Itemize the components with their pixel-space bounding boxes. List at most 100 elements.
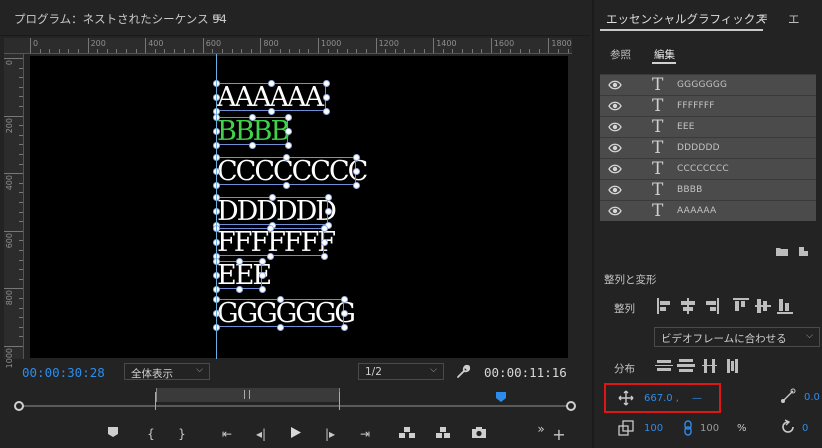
resize-handle[interactable]	[340, 323, 348, 331]
selection-box[interactable]	[216, 197, 328, 225]
resize-handle[interactable]	[268, 193, 276, 201]
resize-handle[interactable]	[352, 167, 360, 175]
step-forward-button[interactable]: |▸	[321, 426, 339, 442]
resize-handle[interactable]	[322, 93, 330, 101]
resize-handle[interactable]	[320, 238, 328, 246]
resize-handle[interactable]	[324, 207, 332, 215]
subtab-browse[interactable]: 参照	[610, 47, 631, 62]
zoom-handle-left[interactable]	[14, 401, 24, 411]
resize-handle[interactable]	[284, 141, 292, 149]
tab-essential-graphics[interactable]: エッセンシャルグラフィックス	[606, 11, 766, 27]
video-canvas[interactable]: AAAAAA BBBB CCCCCCCC DDDDDD FFFFFFF EEE GGGGGG…	[30, 56, 568, 358]
resize-handle[interactable]	[267, 107, 275, 115]
resize-handle[interactable]	[284, 113, 292, 121]
resize-handle[interactable]	[235, 257, 243, 265]
ruler-tick	[442, 49, 444, 53]
resize-handle[interactable]	[235, 285, 243, 293]
resize-handle[interactable]	[322, 107, 330, 115]
anchor-field[interactable]: 0.0	[804, 392, 820, 403]
resize-handle[interactable]	[266, 224, 274, 232]
current-timecode[interactable]: 00:00:30:28	[22, 365, 105, 380]
resize-handle[interactable]	[267, 79, 275, 87]
go-to-out-button[interactable]: ⇥	[356, 426, 374, 442]
resize-handle[interactable]	[352, 153, 360, 161]
tab-next[interactable]: エ	[788, 11, 800, 27]
ruler-tick	[39, 49, 41, 53]
selection-box[interactable]	[216, 117, 288, 145]
mark-out-button[interactable]: }	[173, 426, 191, 442]
mark-in-button[interactable]: {	[142, 426, 160, 442]
zoom-select[interactable]: 全体表示 ⌵	[124, 363, 210, 380]
selection-box[interactable]	[216, 261, 262, 289]
resize-handle[interactable]	[266, 252, 274, 260]
eye-icon[interactable]	[608, 121, 622, 133]
resolution-select[interactable]: 1/2 ⌵	[358, 363, 444, 380]
eye-icon[interactable]	[608, 79, 622, 91]
resize-handle[interactable]	[320, 224, 328, 232]
resize-handle[interactable]	[282, 181, 290, 189]
guide-line[interactable]	[216, 54, 217, 359]
folder-icon[interactable]	[775, 246, 789, 257]
align-to-select[interactable]: ビデオフレームに合わせる ⌵	[654, 327, 820, 347]
align-buttons[interactable]	[655, 297, 795, 315]
selection-box[interactable]	[216, 228, 324, 256]
resize-handle[interactable]	[340, 295, 348, 303]
layer-row[interactable]: T AAAAAA	[600, 201, 816, 221]
button-editor-icon[interactable]: +	[550, 427, 568, 443]
resize-handle[interactable]	[322, 79, 330, 87]
play-button[interactable]	[287, 426, 305, 443]
extract-button[interactable]	[434, 426, 452, 443]
eye-icon[interactable]	[608, 100, 622, 112]
add-marker-button[interactable]	[104, 426, 122, 442]
resize-handle[interactable]	[276, 323, 284, 331]
step-back-button[interactable]: ◂|	[252, 426, 270, 442]
selection-box[interactable]	[216, 83, 326, 111]
resize-handle[interactable]	[258, 285, 266, 293]
eye-icon[interactable]	[608, 205, 622, 217]
go-to-in-button[interactable]: ⇤	[218, 426, 236, 442]
panel-menu-icon[interactable]: ≡	[212, 10, 222, 24]
layer-row[interactable]: T GGGGGGG	[600, 75, 816, 95]
eye-icon[interactable]	[608, 184, 622, 196]
layer-row[interactable]: T EEE	[600, 117, 816, 137]
layer-row[interactable]: T DDDDDD	[600, 138, 816, 158]
panel-menu-icon[interactable]: ≡	[758, 10, 768, 24]
zoom-bar-grip[interactable]	[244, 390, 250, 399]
program-title[interactable]: プログラム：ネストされたシーケンス 94	[14, 11, 227, 27]
wrench-icon[interactable]	[455, 363, 471, 379]
resize-handle[interactable]	[276, 295, 284, 303]
link-icon[interactable]	[683, 420, 693, 436]
layer-row[interactable]: T BBBB	[600, 180, 816, 200]
layer-row[interactable]: T FFFFFFF	[600, 96, 816, 116]
resize-handle[interactable]	[284, 127, 292, 135]
time-ruler[interactable]	[14, 388, 576, 411]
scale-height-field[interactable]: 100	[700, 423, 719, 434]
scale-field[interactable]: 100	[644, 423, 663, 434]
export-frame-button[interactable]	[470, 426, 488, 443]
eye-icon[interactable]	[608, 142, 622, 154]
resize-handle[interactable]	[352, 181, 360, 189]
selection-box[interactable]	[216, 157, 356, 185]
ruler-horizontal[interactable]: 0 200 400 600 800 1000 1200 1400 1600 1800	[4, 38, 572, 54]
scrub-line[interactable]	[20, 405, 570, 407]
resize-handle[interactable]	[340, 309, 348, 317]
playhead-icon[interactable]	[495, 391, 507, 403]
resize-handle[interactable]	[258, 271, 266, 279]
selection-box[interactable]	[216, 299, 344, 327]
subtab-edit[interactable]: 編集	[654, 47, 675, 62]
lift-button[interactable]	[398, 426, 416, 443]
new-layer-icon[interactable]	[798, 246, 810, 257]
more-controls-icon[interactable]: »	[532, 421, 550, 437]
layer-row[interactable]: T CCCCCCCC	[600, 159, 816, 179]
resize-handle[interactable]	[248, 141, 256, 149]
resize-handle[interactable]	[258, 257, 266, 265]
distribute-buttons[interactable]	[655, 357, 750, 375]
eye-icon[interactable]	[608, 163, 622, 175]
resize-handle[interactable]	[324, 193, 332, 201]
ruler-vertical[interactable]: 0 200 400 600 800 1000	[4, 54, 24, 368]
zoom-handle-right[interactable]	[566, 401, 576, 411]
resize-handle[interactable]	[282, 153, 290, 161]
resize-handle[interactable]	[248, 113, 256, 121]
resize-handle[interactable]	[320, 252, 328, 260]
rotation-field[interactable]: 0	[802, 423, 808, 434]
